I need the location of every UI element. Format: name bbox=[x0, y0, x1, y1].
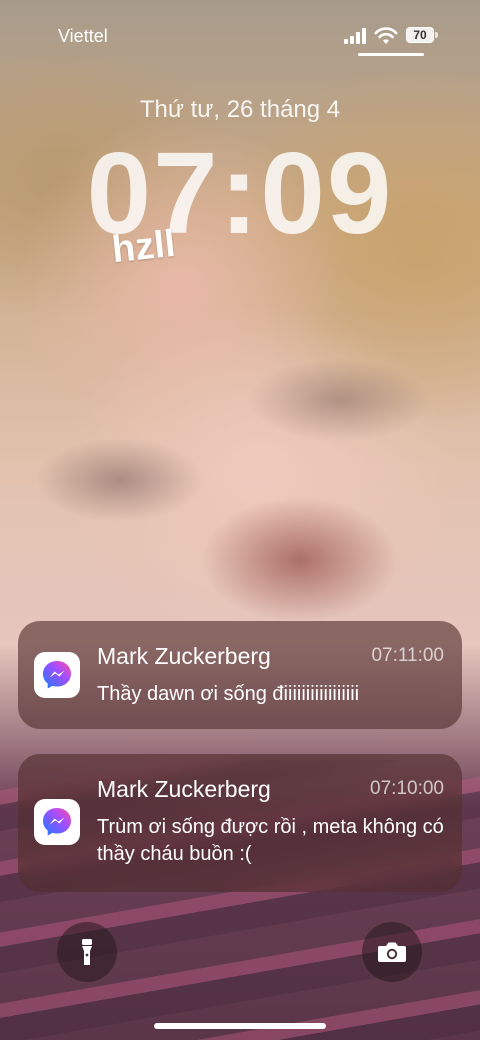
notification-time: 07:10:00 bbox=[370, 778, 444, 799]
wallpaper-sticker-text: hzll bbox=[109, 222, 178, 272]
signal-icon bbox=[344, 28, 368, 44]
notification-card[interactable]: Mark Zuckerberg 07:11:00 Thầy dawn ơi số… bbox=[18, 621, 462, 729]
notification-message: Thầy dawn ơi sống điiiiiiiiiiiiiiiii bbox=[97, 683, 360, 705]
flashlight-icon bbox=[82, 939, 92, 965]
notification-sender: Mark Zuckerberg bbox=[97, 643, 271, 669]
notification-sender: Mark Zuckerberg bbox=[97, 776, 271, 802]
notification-card[interactable]: Mark Zuckerberg 07:10:00 Trùm ơi sống đư… bbox=[18, 754, 462, 892]
carrier-name: Viettel bbox=[58, 26, 108, 46]
battery-tip bbox=[435, 32, 438, 38]
camera-icon bbox=[378, 942, 406, 962]
lock-screen: Viettel 70 Thứ tư, 26 tháng 4 07:09 hzll bbox=[0, 0, 480, 1040]
notification-message: Trùm ơi sống được rồi , meta không có th… bbox=[97, 816, 444, 865]
wifi-icon bbox=[374, 27, 398, 44]
messenger-icon bbox=[34, 652, 80, 698]
notification-time: 07:11:00 bbox=[371, 645, 444, 666]
home-indicator[interactable] bbox=[154, 1023, 326, 1029]
battery-icon: 70 bbox=[406, 27, 434, 43]
lock-date: Thứ tư, 26 tháng 4 bbox=[139, 96, 341, 123]
control-center-indicator[interactable] bbox=[358, 53, 424, 56]
camera-button[interactable] bbox=[362, 922, 422, 982]
battery-level: 70 bbox=[413, 28, 427, 42]
flashlight-button[interactable] bbox=[57, 922, 117, 982]
messenger-icon bbox=[34, 799, 80, 845]
lock-clock: 07:09 bbox=[86, 128, 394, 258]
status-bar: Viettel 70 bbox=[0, 0, 480, 60]
